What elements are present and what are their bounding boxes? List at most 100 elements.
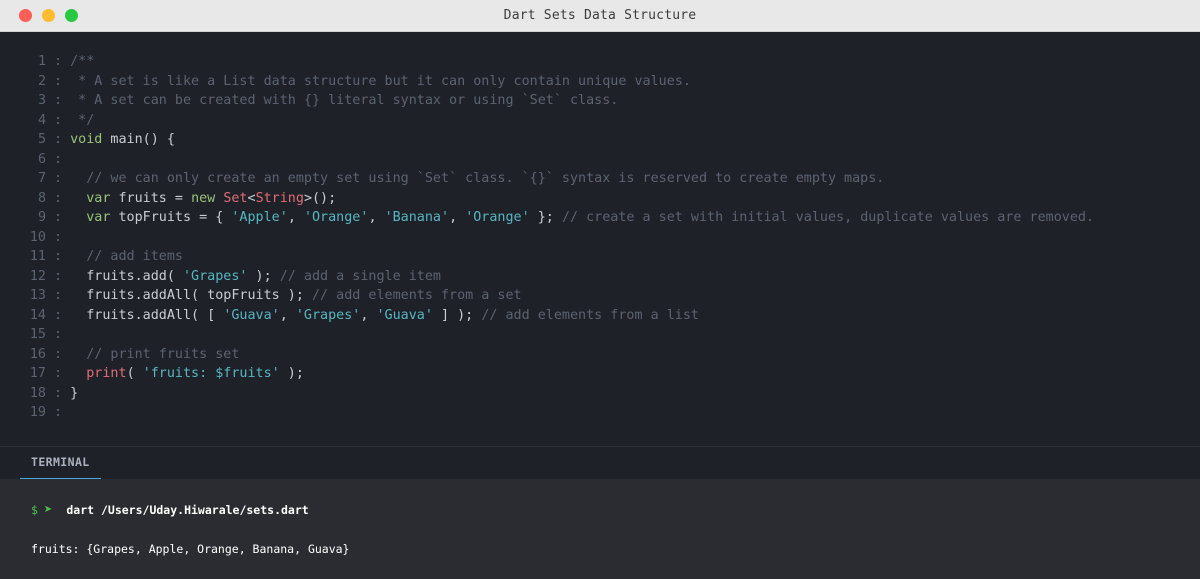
line-number: 2	[37, 73, 46, 89]
code-line: 11: // add items	[0, 247, 1200, 267]
line-separator: :	[54, 249, 63, 264]
code-token: 'fruits: $fruits'	[142, 366, 280, 381]
code-token: };	[529, 210, 562, 225]
prompt-arrow-icon: ➤	[43, 502, 53, 518]
code-token: 'Guava'	[376, 307, 433, 323]
code-token: );	[247, 268, 280, 284]
line-separator: :	[54, 112, 63, 128]
code-token: */	[70, 112, 95, 128]
code-token: /**	[70, 54, 95, 69]
code-line: 12: fruits.add( 'Grapes' ); // add a sin…	[0, 267, 1200, 287]
code-token: // print fruits set	[70, 346, 240, 362]
code-line: 5: void main() {	[0, 130, 1200, 150]
line-separator: :	[54, 210, 63, 225]
code-token: // add items	[70, 249, 183, 264]
line-number: 12	[29, 268, 46, 284]
line-number: 3	[37, 93, 46, 108]
code-token: 'Orange'	[465, 210, 530, 225]
code-token: fruits.addAll( topFruits );	[70, 288, 312, 303]
code-content: fruits.addAll( [ 'Guava', 'Grapes', 'Gua…	[62, 308, 699, 323]
code-content: */	[62, 113, 94, 128]
code-line: 1: /**	[0, 52, 1200, 72]
code-token: // add elements from a list	[481, 307, 699, 323]
line-number: 10	[29, 229, 46, 245]
terminal-output: fruits: {Grapes, Apple, Orange, Banana, …	[31, 542, 350, 556]
code-line: 6:	[0, 150, 1200, 170]
code-token: (	[126, 366, 143, 381]
code-content: var fruits = new Set<String>();	[62, 191, 336, 206]
code-token: main() {	[102, 132, 175, 147]
line-number: 6	[37, 151, 46, 167]
line-separator: :	[54, 54, 63, 69]
code-token: // add elements from a set	[311, 288, 522, 303]
line-number: 18	[29, 385, 46, 401]
code-token: ,	[287, 210, 304, 225]
code-content: // we can only create an empty set using…	[62, 171, 884, 186]
code-line: 19:	[0, 403, 1200, 423]
code-token: * A set can be created with {} literal s…	[70, 93, 619, 108]
code-editor[interactable]: 1: /** 2: * A set is like a List data str…	[0, 52, 1200, 432]
line-separator: :	[54, 346, 63, 362]
code-content: void main() {	[62, 132, 175, 147]
close-window-button[interactable]	[19, 9, 32, 22]
line-separator: :	[54, 151, 63, 167]
code-content	[62, 405, 70, 420]
terminal-panel[interactable]: $ ➤ dart /Users/Uday.Hiwarale/sets.dart …	[0, 479, 1200, 579]
maximize-window-button[interactable]	[65, 9, 78, 22]
code-line: 13: fruits.addAll( topFruits ); // add e…	[0, 286, 1200, 306]
line-separator: :	[54, 73, 63, 89]
code-token: 'Grapes'	[183, 268, 248, 284]
code-token: String	[255, 190, 304, 206]
code-token: fruits.addAll( [	[70, 307, 224, 323]
code-token: var	[70, 210, 111, 225]
code-content	[62, 152, 70, 167]
tab-terminal[interactable]: TERMINAL	[20, 447, 101, 480]
code-token: * A set is like a List data structure bu…	[70, 73, 691, 89]
app-window: Dart Sets Data Structure 1: /** 2: * A se…	[0, 0, 1200, 579]
line-number: 5	[37, 132, 46, 147]
code-line: 17: print( 'fruits: $fruits' );	[0, 364, 1200, 384]
line-separator: :	[54, 405, 63, 420]
code-token: fruits =	[110, 190, 192, 206]
code-token: 'Orange'	[303, 210, 369, 225]
code-content: /**	[62, 54, 94, 69]
line-separator: :	[54, 93, 63, 108]
line-number: 1	[37, 54, 46, 69]
terminal-prompt-line: $ ➤ dart /Users/Uday.Hiwarale/sets.dart	[31, 502, 309, 518]
line-separator: :	[54, 327, 63, 342]
line-separator: :	[54, 171, 63, 186]
code-line: 2: * A set is like a List data structure…	[0, 72, 1200, 92]
code-token: ,	[368, 210, 385, 225]
minimize-window-button[interactable]	[42, 9, 55, 22]
line-number: 7	[37, 171, 46, 186]
code-token: 'Grapes'	[295, 307, 361, 323]
line-separator: :	[54, 288, 63, 303]
code-token: // we can only create an empty set using…	[70, 171, 885, 186]
line-separator: :	[54, 268, 63, 284]
code-token: >();	[303, 190, 337, 206]
code-content	[62, 327, 70, 342]
code-content: // add items	[62, 249, 183, 264]
code-line: 8: var fruits = new Set<String>();	[0, 189, 1200, 209]
code-line: 3: * A set can be created with {} litera…	[0, 91, 1200, 111]
code-token: new	[191, 190, 216, 206]
line-separator: :	[54, 385, 63, 401]
panel-tab-bar: TERMINAL	[0, 447, 1200, 480]
line-number: 19	[29, 405, 46, 420]
line-number: 11	[29, 249, 46, 264]
line-number: 8	[37, 190, 46, 206]
line-number: 15	[29, 327, 46, 342]
code-token: ,	[449, 210, 466, 225]
line-separator: :	[54, 132, 63, 147]
code-token: 'Banana'	[384, 210, 450, 225]
code-content: // print fruits set	[62, 347, 239, 362]
code-content: }	[62, 386, 78, 401]
code-token: <	[247, 190, 256, 206]
code-token: print	[86, 366, 127, 381]
line-separator: :	[54, 229, 63, 245]
code-line: 14: fruits.addAll( [ 'Guava', 'Grapes', …	[0, 306, 1200, 326]
code-token: 'Guava'	[223, 307, 280, 323]
code-content	[62, 230, 70, 245]
window-controls	[19, 9, 78, 22]
